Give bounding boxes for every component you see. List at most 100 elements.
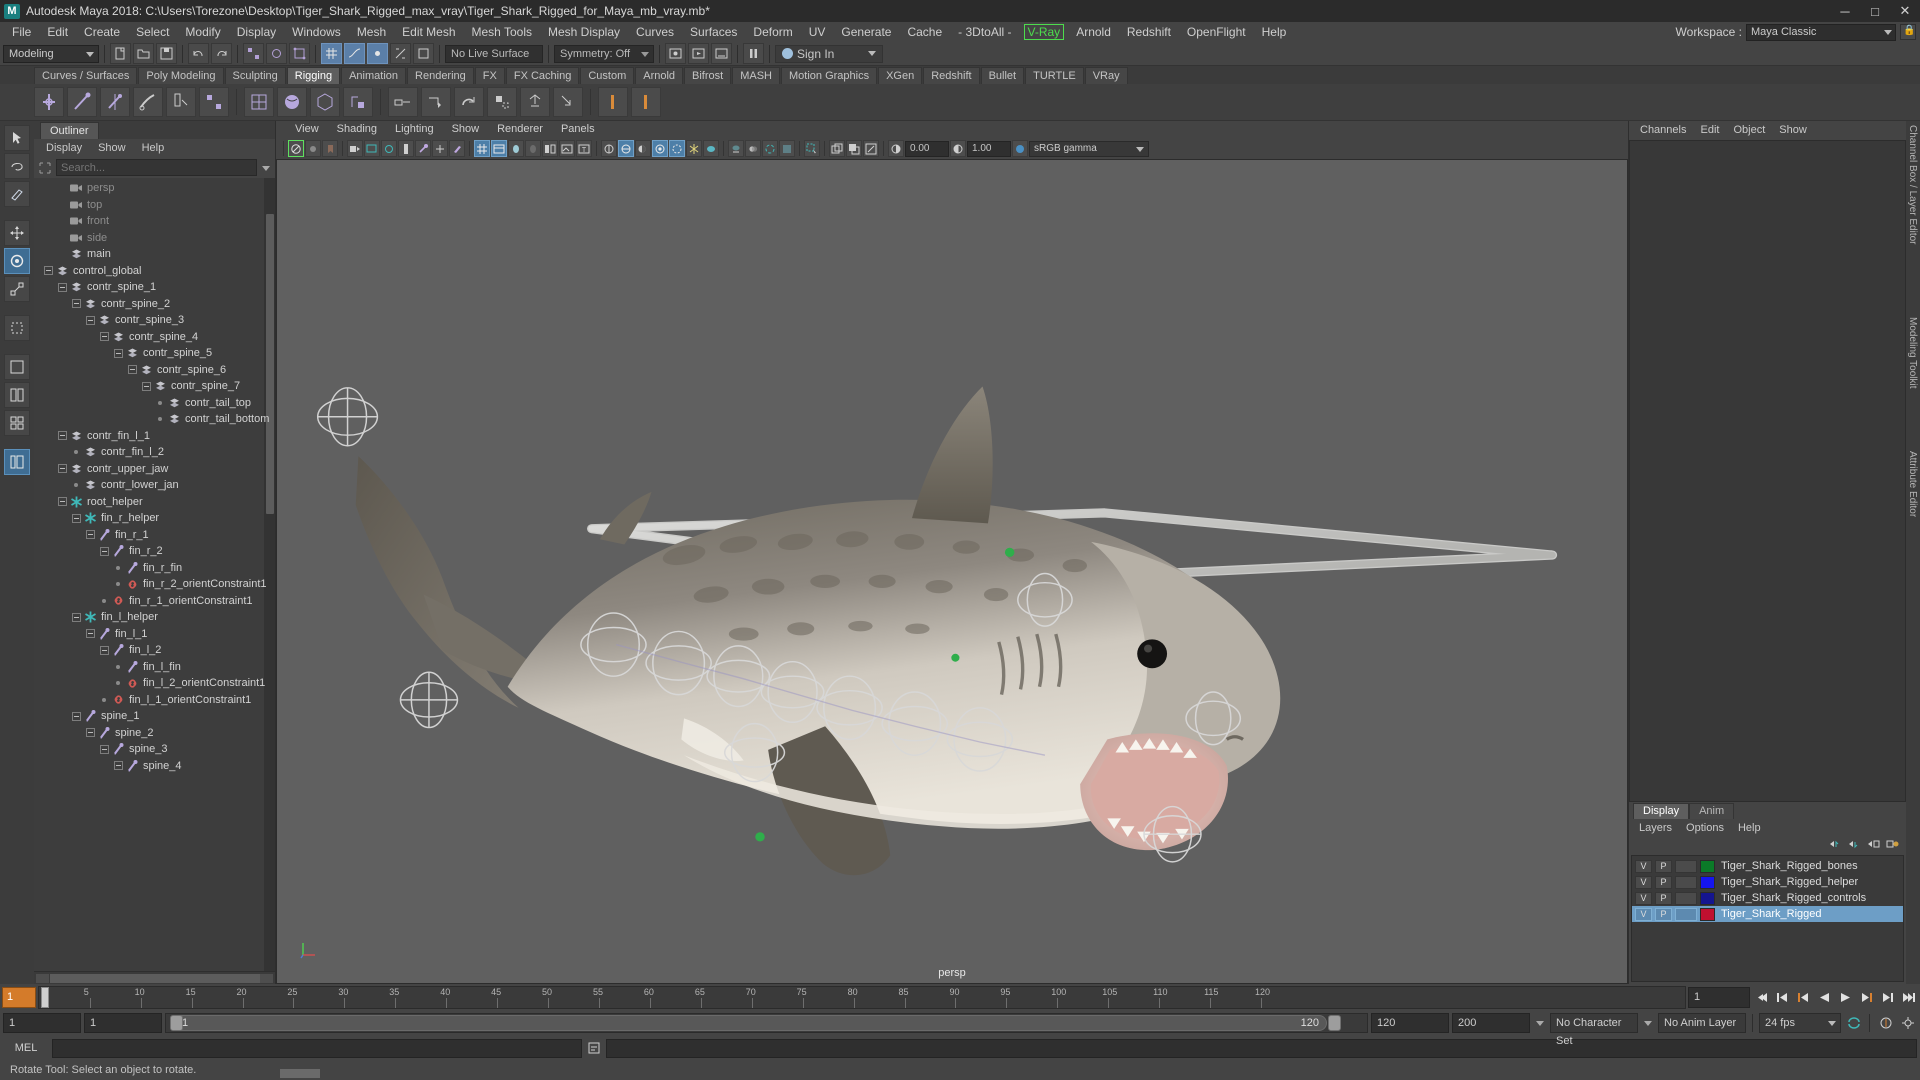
outliner-item-spine_3[interactable]: spine_3 — [34, 741, 275, 758]
shelf-tab-vray[interactable]: VRay — [1084, 67, 1128, 84]
outliner-item-control_global[interactable]: control_global — [34, 263, 275, 280]
step-forward-key-button[interactable] — [1878, 987, 1897, 1008]
expand-collapse-icon[interactable] — [86, 315, 95, 325]
step-back-frame-button[interactable] — [1794, 987, 1813, 1008]
outliner-item-contr_lower_jan[interactable]: contr_lower_jan — [34, 477, 275, 494]
select-by-component-button[interactable] — [289, 43, 310, 64]
layer-menu-options[interactable]: Options — [1679, 819, 1731, 837]
outliner-item-contr_spine_6[interactable]: contr_spine_6 — [34, 362, 275, 379]
layout-two-button[interactable] — [4, 382, 30, 408]
menu-mesh-display[interactable]: Mesh Display — [540, 22, 628, 42]
script-editor-icon[interactable] — [585, 1039, 603, 1058]
wrap-deformer-icon[interactable] — [277, 87, 307, 117]
expand-collapse-icon[interactable] — [114, 761, 123, 771]
ik-handle-icon[interactable] — [67, 87, 97, 117]
screen-space-ao-icon[interactable] — [652, 140, 668, 157]
menu-cache[interactable]: Cache — [899, 22, 950, 42]
color-space-dropdown[interactable]: sRGB gamma — [1029, 140, 1149, 157]
shelf-tab-curves-surfaces[interactable]: Curves / Surfaces — [34, 67, 138, 84]
playback-end-field[interactable]: 120 — [1371, 1013, 1449, 1033]
outliner-item-contr_tail_top[interactable]: contr_tail_top — [34, 395, 275, 412]
shadows-icon[interactable] — [635, 140, 651, 157]
layer-playback-toggle[interactable]: P — [1655, 859, 1672, 873]
outliner-menu-help[interactable]: Help — [134, 139, 173, 158]
new-layer-from-selected-icon[interactable] — [1885, 838, 1900, 854]
workspace-dropdown[interactable]: Maya Classic — [1746, 23, 1896, 41]
menu-uv[interactable]: UV — [801, 22, 834, 42]
animation-preferences-icon[interactable] — [1898, 1013, 1917, 1034]
snap-to-view-plane-button[interactable] — [413, 43, 434, 64]
view-transform-icon[interactable] — [779, 140, 795, 157]
tab-outliner[interactable]: Outliner — [40, 122, 99, 139]
layer-playback-toggle[interactable]: P — [1655, 907, 1672, 921]
bind-skin-icon[interactable] — [133, 87, 163, 117]
outliner-item-fin_l_fin[interactable]: fin_l_fin — [34, 659, 275, 676]
render-current-frame-button[interactable] — [665, 43, 686, 64]
animation-start-field[interactable]: 1 — [3, 1013, 81, 1033]
paint-effects-icon[interactable] — [449, 140, 465, 157]
expand-collapse-icon[interactable] — [72, 612, 81, 622]
chevron-down-icon[interactable] — [259, 159, 273, 176]
outliner-item-side[interactable]: side — [34, 230, 275, 247]
layer-row[interactable]: V P Tiger_Shark_Rigged_helper — [1632, 874, 1903, 890]
outliner-item-fin_r_2_orientConstraint1[interactable]: fin_r_2_orientConstraint1 — [34, 576, 275, 593]
undo-button[interactable] — [188, 43, 209, 64]
layer-color-swatch[interactable] — [1700, 875, 1715, 889]
gamma-icon[interactable] — [950, 140, 966, 157]
lock-icon[interactable] — [1900, 24, 1916, 40]
shelf-tab-arnold[interactable]: Arnold — [635, 67, 684, 84]
playblast-pause-button[interactable] — [743, 43, 764, 64]
scale-constraint-icon[interactable] — [487, 87, 517, 117]
expand-collapse-icon[interactable] — [58, 431, 67, 441]
outliner-item-spine_1[interactable]: spine_1 — [34, 708, 275, 725]
menu-select[interactable]: Select — [128, 22, 177, 42]
playback-start-field[interactable]: 1 — [84, 1013, 162, 1033]
command-input-field[interactable] — [52, 1038, 582, 1058]
search-filter-icon[interactable] — [36, 159, 54, 176]
range-end-handle[interactable] — [1328, 1015, 1341, 1031]
snap-to-curve-button[interactable] — [344, 43, 365, 64]
paint-select-tool-button[interactable] — [4, 181, 30, 207]
menu-edit[interactable]: Edit — [39, 22, 76, 42]
auto-keyframe-toggle[interactable] — [1876, 1013, 1895, 1034]
camera-attributes-icon[interactable] — [305, 140, 321, 157]
xray-active-components-icon[interactable] — [432, 140, 448, 157]
bookmark-icon[interactable] — [322, 140, 338, 157]
expand-collapse-icon[interactable] — [86, 728, 95, 738]
character-set-field[interactable]: No Character Set — [1550, 1013, 1638, 1047]
shelf-tab-poly-modeling[interactable]: Poly Modeling — [138, 67, 224, 84]
scrollbar-thumb[interactable] — [50, 974, 270, 983]
scale-tool-button[interactable] — [4, 276, 30, 302]
menu-arnold[interactable]: Arnold — [1068, 22, 1119, 42]
layer-display-type-toggle[interactable] — [1675, 891, 1697, 905]
step-forward-frame-button[interactable] — [1857, 987, 1876, 1008]
grease-pencil-icon[interactable] — [381, 140, 397, 157]
menu-set-dropdown[interactable]: Modeling — [3, 44, 99, 63]
outliner-item-spine_2[interactable]: spine_2 — [34, 725, 275, 742]
outliner-item-spine_4[interactable]: spine_4 — [34, 758, 275, 775]
script-language-label[interactable]: MEL — [3, 1042, 49, 1054]
viewport-menu-renderer[interactable]: Renderer — [488, 121, 552, 138]
menu-openflight[interactable]: OpenFlight — [1179, 22, 1254, 42]
snap-to-projected-button[interactable] — [390, 43, 411, 64]
animation-end-field[interactable]: 200 — [1452, 1013, 1530, 1033]
outliner-item-fin_l_1_orientConstraint1[interactable]: fin_l_1_orientConstraint1 — [34, 692, 275, 709]
menu-3dtoall[interactable]: - 3DtoAll - — [950, 22, 1019, 42]
step-back-key-button[interactable] — [1773, 987, 1792, 1008]
go-to-start-button[interactable] — [1752, 987, 1771, 1008]
outliner-tree[interactable]: persp top front side main control_global contr… — [34, 178, 275, 971]
anim-layer-field[interactable]: No Anim Layer — [1658, 1013, 1746, 1033]
layer-row[interactable]: V P Tiger_Shark_Rigged — [1632, 906, 1903, 922]
outliner-item-main[interactable]: main — [34, 246, 275, 263]
expand-collapse-icon[interactable] — [86, 629, 95, 639]
viewport-menu-lighting[interactable]: Lighting — [386, 121, 443, 138]
outliner-item-root_helper[interactable]: root_helper — [34, 494, 275, 511]
snap-to-point-button[interactable] — [367, 43, 388, 64]
expand-collapse-icon[interactable] — [100, 744, 109, 754]
snap-to-grid-button[interactable] — [321, 43, 342, 64]
viewport-3d-canvas[interactable]: persp — [276, 159, 1628, 984]
anim-layer-dropdown-arrow[interactable] — [1641, 1013, 1655, 1033]
layer-menu-layers[interactable]: Layers — [1632, 819, 1679, 837]
outliner-item-persp[interactable]: persp — [34, 180, 275, 197]
shelf-tab-turtle[interactable]: TURTLE — [1025, 67, 1084, 84]
